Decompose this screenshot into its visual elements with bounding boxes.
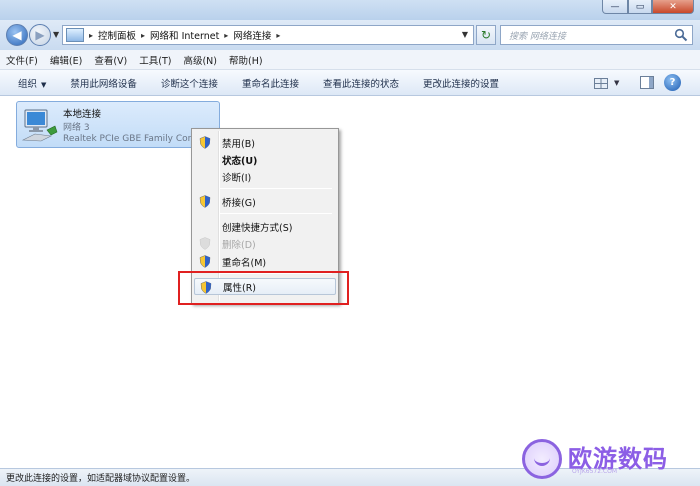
menu-file[interactable]: 文件(F) xyxy=(6,53,38,67)
rename-button[interactable]: 重命名此连接 xyxy=(242,76,299,90)
breadcrumb-separator-icon[interactable]: ▸ xyxy=(276,31,280,40)
menu-help[interactable]: 帮助(H) xyxy=(229,53,263,67)
search-icon[interactable] xyxy=(674,28,688,42)
breadcrumb-control-panel[interactable]: 控制面板 xyxy=(98,28,136,42)
context-item-status[interactable]: 状态(U) xyxy=(194,151,336,168)
connection-name: 本地连接 xyxy=(63,109,102,120)
maximize-button[interactable]: ▭ xyxy=(628,0,652,14)
breadcrumb-network-connections[interactable]: 网络连接 xyxy=(233,28,271,42)
context-item-delete: 删除(D) xyxy=(194,235,336,252)
minimize-icon: — xyxy=(610,1,620,12)
address-row: ◀ ▶ ▼ ▸ 控制面板 ▸ 网络和 Internet ▸ 网络连接 ▸ ▼ ↻… xyxy=(0,20,700,50)
close-icon: ✕ xyxy=(669,1,677,12)
chevron-down-icon: ▼ xyxy=(41,80,47,89)
preview-pane-icon[interactable] xyxy=(640,76,654,89)
menu-view[interactable]: 查看(V) xyxy=(94,53,127,67)
view-grid-icon xyxy=(594,77,608,89)
view-status-button[interactable]: 查看此连接的状态 xyxy=(323,76,399,90)
breadcrumb-separator-icon[interactable]: ▸ xyxy=(224,31,228,40)
menu-tools[interactable]: 工具(T) xyxy=(139,53,171,67)
uac-shield-icon xyxy=(199,255,211,268)
context-label-status: 状态(U) xyxy=(222,155,258,167)
context-item-disable[interactable]: 禁用(B) xyxy=(194,134,336,151)
history-dropdown-icon[interactable]: ▼ xyxy=(53,30,59,39)
connection-item-local[interactable]: 本地连接 网络 3 Realtek PCIe GBE Family Contro… xyxy=(16,101,220,148)
context-item-bridge[interactable]: 桥接(G) xyxy=(194,193,336,210)
breadcrumb-separator-icon[interactable]: ▸ xyxy=(89,31,93,40)
address-dropdown-icon[interactable]: ▼ xyxy=(462,30,468,39)
watermark-url: OYJK6572.COM xyxy=(572,468,618,475)
maximize-icon: ▭ xyxy=(635,1,645,12)
title-bar xyxy=(0,0,700,20)
search-input[interactable]: 搜索 网络连接 xyxy=(500,25,693,45)
status-text: 更改此连接的设置，如适配器域协议配置设置。 xyxy=(6,474,196,484)
menu-edit[interactable]: 编辑(E) xyxy=(50,53,82,67)
context-label-rename: 重命名(M) xyxy=(222,257,267,269)
context-label-disable: 禁用(B) xyxy=(222,138,255,150)
breadcrumb-network-internet[interactable]: 网络和 Internet xyxy=(150,28,219,42)
search-placeholder: 搜索 网络连接 xyxy=(509,31,566,42)
refresh-icon: ↻ xyxy=(480,28,492,42)
connections-list: 本地连接 网络 3 Realtek PCIe GBE Family Contro… xyxy=(0,96,700,468)
smiley-logo-icon xyxy=(522,439,562,479)
command-bar: 组织 ▼ 禁用此网络设备 诊断这个连接 重命名此连接 查看此连接的状态 更改此连接… xyxy=(0,70,700,96)
context-label-bridge: 桥接(G) xyxy=(222,197,256,209)
context-item-diagnose[interactable]: 诊断(I) xyxy=(194,168,336,185)
menu-separator xyxy=(220,213,332,214)
organize-button[interactable]: 组织 ▼ xyxy=(18,76,46,90)
menu-advanced[interactable]: 高级(N) xyxy=(183,53,217,67)
context-label-diagnose: 诊断(I) xyxy=(222,172,252,184)
help-icon[interactable]: ? xyxy=(664,74,681,91)
connection-network: 网络 3 xyxy=(63,123,90,133)
control-panel-icon xyxy=(66,28,84,42)
address-bar[interactable]: ▸ 控制面板 ▸ 网络和 Internet ▸ 网络连接 ▸ ▼ xyxy=(62,25,474,45)
uac-shield-icon xyxy=(199,195,211,208)
menu-bar: 文件(F) 编辑(E) 查看(V) 工具(T) 高级(N) 帮助(H) xyxy=(0,50,700,70)
organize-label: 组织 xyxy=(18,78,38,90)
uac-shield-icon xyxy=(199,237,211,250)
back-button[interactable]: ◀ xyxy=(6,24,28,46)
forward-button[interactable]: ▶ xyxy=(29,24,51,46)
context-label-delete: 删除(D) xyxy=(222,239,256,251)
forward-arrow-icon: ▶ xyxy=(35,28,45,42)
minimize-button[interactable]: — xyxy=(602,0,628,14)
context-item-shortcut[interactable]: 创建快捷方式(S) xyxy=(194,218,336,235)
breadcrumb-separator-icon[interactable]: ▸ xyxy=(141,31,145,40)
properties-highlight-box xyxy=(178,271,349,305)
context-item-rename[interactable]: 重命名(M) xyxy=(194,253,336,270)
network-adapter-icon xyxy=(21,109,58,142)
menu-separator xyxy=(220,188,332,189)
watermark-logo: 欧游数码 OYJK6572.COM xyxy=(520,437,680,479)
change-settings-button[interactable]: 更改此连接的设置 xyxy=(423,76,499,90)
close-button[interactable]: ✕ xyxy=(652,0,694,14)
disable-device-button[interactable]: 禁用此网络设备 xyxy=(70,76,137,90)
chevron-down-icon: ▼ xyxy=(614,79,620,87)
change-view-button[interactable]: ▼ xyxy=(594,75,624,91)
uac-shield-icon xyxy=(199,136,211,149)
diagnose-button[interactable]: 诊断这个连接 xyxy=(161,76,218,90)
back-arrow-icon: ◀ xyxy=(12,28,22,42)
context-label-shortcut: 创建快捷方式(S) xyxy=(222,222,293,234)
refresh-button[interactable]: ↻ xyxy=(476,25,496,45)
